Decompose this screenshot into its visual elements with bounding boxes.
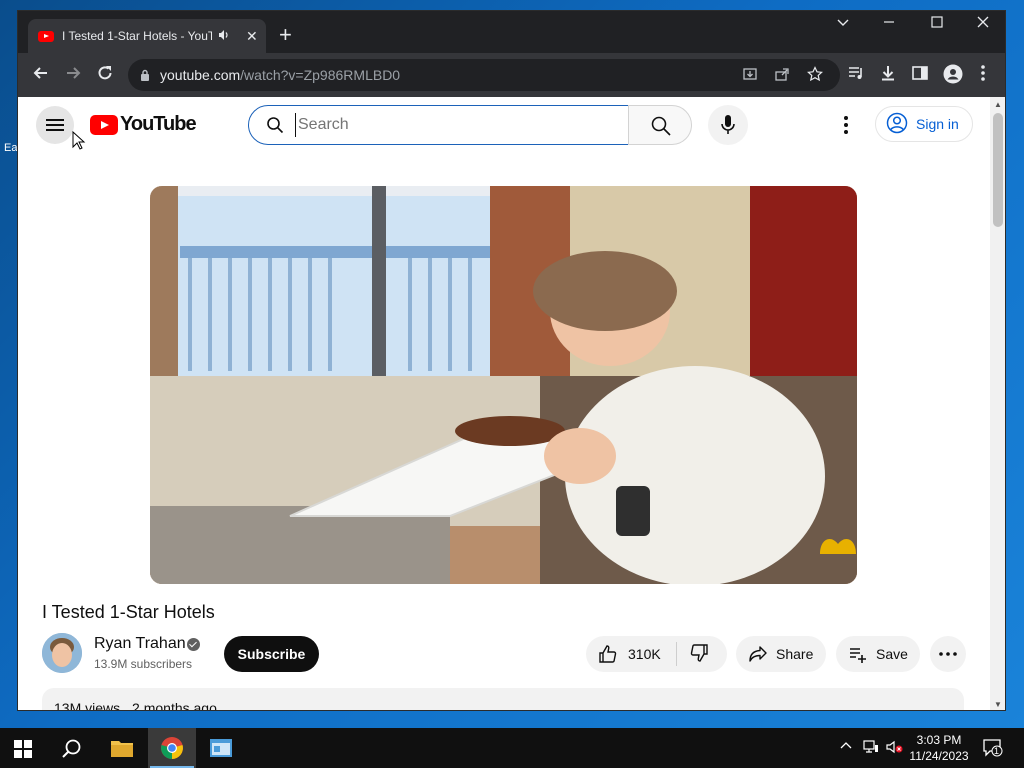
- playlist-add-icon: [850, 648, 866, 663]
- search-button[interactable]: [628, 105, 692, 145]
- clock-time: 3:03 PM: [916, 733, 962, 747]
- menu-line: [46, 129, 64, 131]
- subscribe-button[interactable]: Subscribe: [224, 636, 319, 672]
- file-explorer-icon[interactable]: [110, 738, 134, 768]
- maximize-button[interactable]: [930, 15, 944, 33]
- browser-window: I Tested 1-Star Hotels - YouTube ✕ +: [17, 10, 1006, 711]
- desktop-icon-label[interactable]: Ea: [4, 142, 18, 154]
- save-label: Save: [876, 646, 908, 662]
- bookmark-star-icon[interactable]: [807, 66, 823, 86]
- app-window-icon[interactable]: [209, 738, 233, 768]
- tab-search-icon[interactable]: [836, 15, 850, 33]
- scroll-down-arrow-icon[interactable]: ▼: [994, 700, 1002, 709]
- thumbs-down-icon: [690, 643, 708, 662]
- more-actions-button[interactable]: [930, 636, 966, 672]
- share-label: Share: [776, 646, 814, 662]
- scroll-up-arrow-icon[interactable]: ▲: [994, 100, 1002, 109]
- youtube-favicon-icon: [38, 30, 54, 42]
- profile-icon[interactable]: [943, 64, 963, 88]
- address-bar[interactable]: youtube.com/watch?v=Zp986RMLBD0: [128, 59, 840, 91]
- kebab-menu-icon[interactable]: [980, 64, 986, 86]
- share-icon[interactable]: [774, 66, 790, 86]
- tab-close-icon[interactable]: ✕: [246, 28, 258, 45]
- system-clock[interactable]: 3:03 PM 11/24/2023: [904, 732, 974, 764]
- scrollbar-thumb[interactable]: [993, 113, 1003, 227]
- reload-icon[interactable]: [96, 64, 114, 86]
- url-path: /watch?v=Zp986RMLBD0: [240, 67, 401, 83]
- chrome-icon: [161, 737, 183, 759]
- page-scrollbar[interactable]: ▲ ▼: [990, 97, 1005, 710]
- mouse-cursor-icon: [72, 130, 86, 156]
- microphone-icon: [721, 115, 735, 134]
- tab-title: I Tested 1-Star Hotels - YouTube: [62, 29, 212, 43]
- share-button[interactable]: Share: [736, 636, 826, 672]
- youtube-logo[interactable]: YouTube: [90, 113, 197, 136]
- thumbs-up-icon: [599, 645, 617, 663]
- channel-avatar[interactable]: [42, 633, 82, 673]
- video-title: I Tested 1-Star Hotels: [42, 602, 215, 622]
- sign-in-button[interactable]: Sign in: [875, 106, 973, 142]
- save-button[interactable]: Save: [836, 636, 920, 672]
- media-queue-icon[interactable]: [847, 64, 865, 86]
- notification-center-icon[interactable]: 1: [982, 738, 1004, 761]
- youtube-page: YouTube Sign in: [18, 97, 990, 711]
- hamburger-menu-button[interactable]: [36, 106, 74, 144]
- tab-strip: I Tested 1-Star Hotels - YouTube ✕ +: [18, 11, 1005, 53]
- search-icon: [651, 116, 671, 136]
- url-host: youtube.com: [160, 67, 241, 83]
- install-icon[interactable]: [742, 66, 758, 86]
- upload-age: 2 months ago: [132, 700, 217, 711]
- new-tab-button[interactable]: +: [279, 24, 292, 46]
- side-panel-icon[interactable]: [911, 64, 929, 86]
- view-count: 13M views: [54, 700, 121, 711]
- chrome-taskbar-button[interactable]: [148, 728, 196, 768]
- volume-muted-icon[interactable]: [886, 740, 904, 757]
- settings-more-icon[interactable]: [836, 113, 856, 137]
- like-button[interactable]: 310K: [586, 644, 676, 664]
- view-metadata: 13M views 2 months ago: [54, 700, 217, 711]
- forward-icon[interactable]: [64, 64, 82, 86]
- windows-taskbar: 3:03 PM 11/24/2023 1: [0, 728, 1024, 768]
- show-hidden-icons-icon[interactable]: [840, 740, 852, 755]
- video-player[interactable]: [150, 186, 857, 584]
- minimize-button[interactable]: [882, 15, 896, 33]
- search-input[interactable]: [295, 113, 615, 137]
- speaker-icon[interactable]: [218, 29, 232, 44]
- menu-line: [46, 124, 64, 126]
- like-count: 310K: [628, 646, 661, 662]
- subscriber-count: 13.9M subscribers: [94, 657, 193, 671]
- account-icon: [886, 112, 908, 137]
- description-box[interactable]: 13M views 2 months ago: [42, 688, 964, 711]
- search-icon[interactable]: [61, 738, 83, 768]
- channel-name[interactable]: Ryan Trahan: [94, 635, 186, 653]
- back-icon[interactable]: [32, 64, 50, 86]
- browser-toolbar: youtube.com/watch?v=Zp986RMLBD0: [18, 53, 1005, 97]
- close-window-button[interactable]: [976, 15, 990, 33]
- dislike-button[interactable]: [677, 643, 709, 666]
- network-icon[interactable]: [863, 740, 879, 757]
- more-horizontal-icon: [939, 652, 957, 656]
- like-dislike-group: 310K: [586, 636, 727, 672]
- youtube-play-icon: [90, 114, 118, 135]
- search-icon: [265, 115, 285, 140]
- youtube-wordmark: YouTube: [120, 113, 197, 135]
- search-box[interactable]: [248, 105, 629, 145]
- windows-start-icon[interactable]: [14, 740, 32, 768]
- video-frame-image: [150, 186, 857, 584]
- clock-date: 11/24/2023: [909, 749, 969, 763]
- share-arrow-icon: [749, 646, 767, 662]
- lock-icon[interactable]: [140, 68, 150, 81]
- sign-in-label: Sign in: [916, 116, 959, 132]
- browser-tab[interactable]: I Tested 1-Star Hotels - YouTube ✕: [28, 19, 266, 53]
- verified-badge-icon: [187, 638, 200, 651]
- notification-count: 1: [994, 746, 1000, 756]
- download-icon[interactable]: [879, 64, 897, 86]
- voice-search-button[interactable]: [708, 105, 748, 145]
- url-text[interactable]: youtube.com/watch?v=Zp986RMLBD0: [160, 67, 400, 83]
- menu-line: [46, 119, 64, 121]
